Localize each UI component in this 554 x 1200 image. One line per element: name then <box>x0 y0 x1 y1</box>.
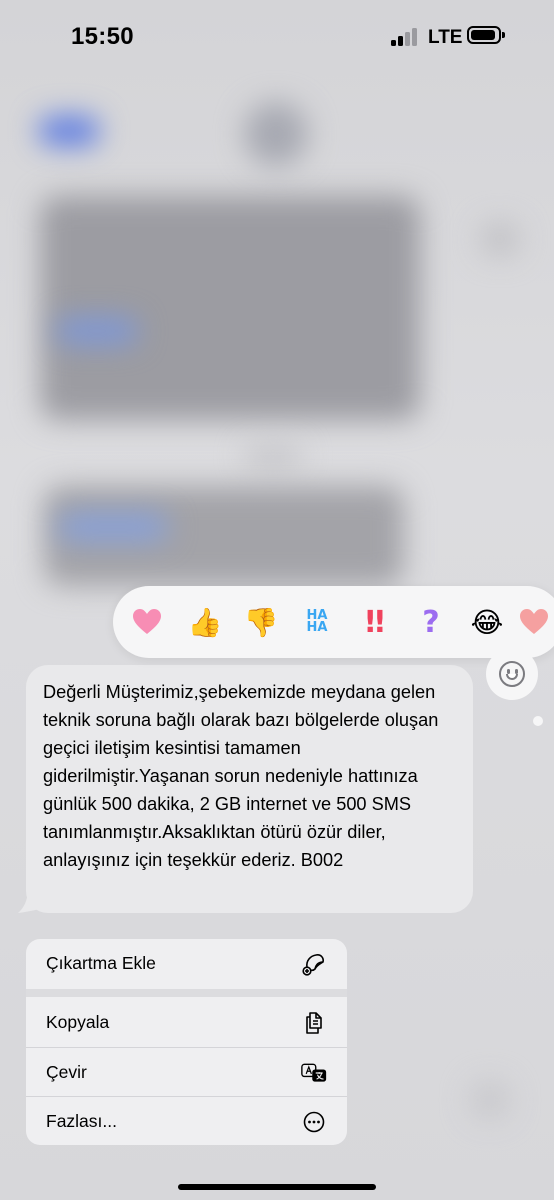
status-bar: 15:50 LTE <box>0 0 554 76</box>
question-icon: ? <box>422 604 440 640</box>
menu-item-more[interactable]: Fazlası... <box>26 1097 347 1145</box>
menu-item-label: Çıkartma Ekle <box>46 953 156 973</box>
tapback-reaction-bar: 👍 👎 HA HA !! ? 😂 <box>113 586 554 658</box>
haha-icon: HA HA <box>306 608 328 635</box>
ellipsis-circle-icon <box>301 1109 327 1135</box>
exclamation-icon: !! <box>363 604 386 640</box>
cellular-signal-icon <box>391 28 421 46</box>
smiley-icon <box>499 661 525 687</box>
battery-icon <box>467 26 505 44</box>
status-time: 15:50 <box>71 23 134 50</box>
heart-partial-icon <box>520 609 548 634</box>
context-menu: Çıkartma Ekle Kopyala Çevir Fazlası... <box>26 939 347 1145</box>
home-indicator[interactable] <box>178 1184 376 1190</box>
copy-icon <box>301 1010 327 1036</box>
menu-item-label: Kopyala <box>46 1012 110 1032</box>
sticker-add-icon <box>301 951 327 977</box>
heart-icon <box>133 609 161 634</box>
menu-item-translate[interactable]: Çevir <box>26 1048 347 1097</box>
thumbs-down-reaction[interactable]: 👎 <box>243 604 279 640</box>
more-reactions-partial[interactable] <box>519 604 549 640</box>
question-reaction[interactable]: ? <box>413 604 449 640</box>
exclamation-reaction[interactable]: !! <box>355 604 391 640</box>
network-type: LTE <box>428 27 463 48</box>
thumbs-up-reaction[interactable]: 👍 <box>187 604 223 640</box>
menu-item-add-sticker[interactable]: Çıkartma Ekle <box>26 939 347 988</box>
message-text: Değerli Müşterimiz,şebekemizde meydana g… <box>43 682 439 870</box>
haha-reaction[interactable]: HA HA <box>299 604 335 640</box>
menu-group-gap <box>26 989 347 997</box>
heart-reaction[interactable] <box>129 604 165 640</box>
menu-item-copy[interactable]: Kopyala <box>26 998 347 1047</box>
thumbs-up-icon: 👍 <box>187 606 223 638</box>
translate-icon <box>301 1060 327 1086</box>
reaction-bubble-tail <box>533 716 543 726</box>
menu-item-label: Fazlası... <box>46 1111 117 1131</box>
add-emoji-button[interactable] <box>486 648 538 700</box>
message-bubble[interactable]: Değerli Müşterimiz,şebekemizde meydana g… <box>26 665 473 913</box>
laughing-emoji-icon: 😂 <box>470 606 504 638</box>
thumbs-down-icon: 👎 <box>243 606 279 638</box>
laugh-reaction[interactable]: 😂 <box>469 604 505 640</box>
menu-item-label: Çevir <box>46 1062 87 1082</box>
